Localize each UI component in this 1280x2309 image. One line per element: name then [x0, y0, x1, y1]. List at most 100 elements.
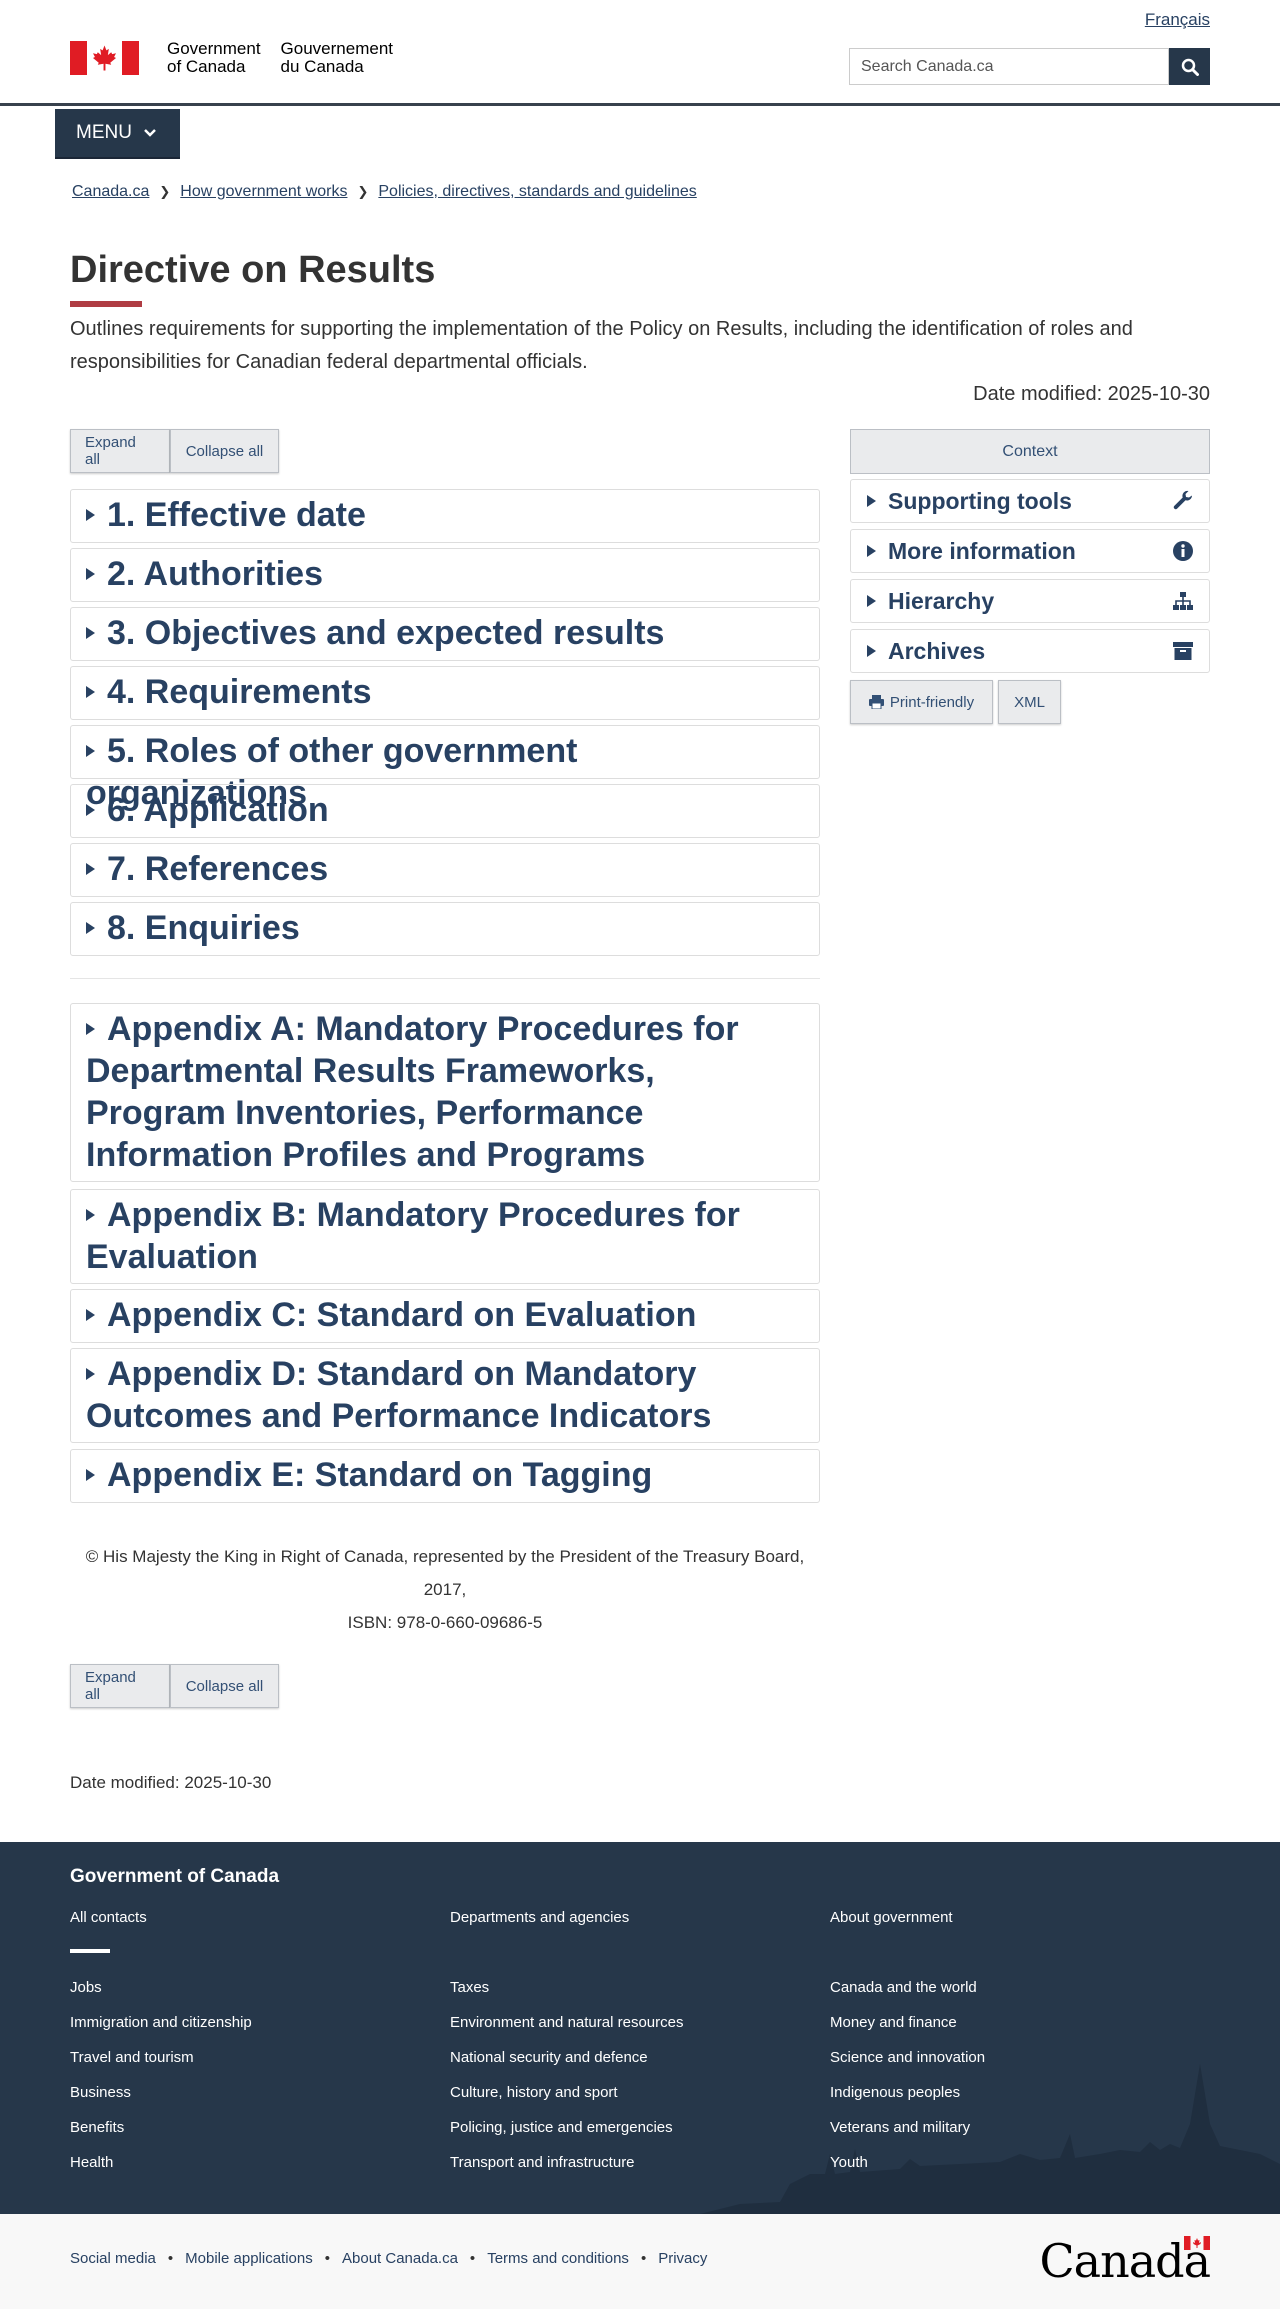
footer-link[interactable]: Travel and tourism	[70, 2049, 194, 2066]
government-signature[interactable]: Government of Canada Gouvernement du Can…	[70, 40, 393, 76]
footer-bottom: Social media • Mobile applications • Abo…	[0, 2214, 1280, 2309]
parliament-skyline-icon	[700, 2064, 1280, 2214]
menu-label: MENU	[76, 122, 132, 143]
search-button[interactable]	[1169, 48, 1210, 85]
caret-right-icon	[86, 745, 95, 758]
site-header: Français Government of Canada Gouverneme…	[0, 0, 1280, 106]
sidebar-item-hierarchy[interactable]: Hierarchy	[850, 579, 1210, 623]
footer-link-mobile-applications[interactable]: Mobile applications	[185, 2250, 313, 2267]
export-buttons: Print-friendly XML	[850, 680, 1061, 724]
appendix-a[interactable]: Appendix A: Mandatory Procedures for Dep…	[70, 1003, 820, 1182]
print-friendly-button[interactable]: Print-friendly	[850, 680, 993, 724]
canada-flag-icon	[70, 41, 139, 75]
isbn-text: ISBN: 978-0-660-09686-5	[347, 1613, 543, 1632]
search-icon	[1181, 58, 1199, 76]
caret-right-icon	[867, 495, 876, 507]
appendix-d[interactable]: Appendix D: Standard on Mandatory Outcom…	[70, 1348, 820, 1443]
expand-all-button-bottom[interactable]: Expand all	[70, 1664, 170, 1708]
footer-link-social-media[interactable]: Social media	[70, 2250, 156, 2267]
sidebar-item-supporting-tools[interactable]: Supporting tools	[850, 479, 1210, 523]
footer-link[interactable]: Transport and infrastructure	[450, 2154, 635, 2171]
section-roles[interactable]: 5. Roles of other government organizatio…	[70, 725, 820, 812]
footer-link-terms[interactable]: Terms and conditions	[487, 2250, 629, 2267]
sidebar-item-archives[interactable]: Archives	[850, 629, 1210, 673]
footer-link[interactable]: Science and innovation	[830, 2049, 985, 2066]
sitemap-icon	[1171, 589, 1195, 613]
caret-right-icon	[867, 645, 876, 657]
section-requirements[interactable]: 4. Requirements	[70, 666, 820, 720]
info-icon	[1171, 539, 1195, 563]
section-divider	[70, 978, 820, 979]
section-references[interactable]: 7. References	[70, 843, 820, 897]
footer-link[interactable]: Jobs	[70, 1979, 102, 1996]
breadcrumb-link-canada[interactable]: Canada.ca	[72, 183, 149, 201]
wrench-icon	[1171, 489, 1195, 513]
caret-right-icon	[86, 1023, 95, 1036]
footer-link-all-contacts[interactable]: All contacts	[70, 1909, 147, 1926]
collapse-all-button[interactable]: Collapse all	[170, 429, 279, 473]
caret-right-icon	[86, 1368, 95, 1381]
section-authorities[interactable]: 2. Authorities	[70, 548, 820, 602]
footer-link[interactable]: Benefits	[70, 2119, 124, 2136]
copyright-text: © His Majesty the King in Right of Canad…	[85, 1547, 805, 1599]
footer-link[interactable]: Youth	[830, 2154, 868, 2171]
footer-title: Government of Canada	[70, 1866, 280, 1887]
collapse-all-button-bottom[interactable]: Collapse all	[170, 1664, 279, 1708]
footer-link[interactable]: Culture, history and sport	[450, 2084, 618, 2101]
footer-link[interactable]: Immigration and citizenship	[70, 2014, 252, 2031]
breadcrumb: Canada.ca ❯ How government works ❯ Polic…	[72, 183, 697, 201]
title-underline	[70, 301, 142, 307]
caret-right-icon	[86, 1469, 95, 1482]
caret-right-icon	[86, 627, 95, 640]
sidebar-item-more-information[interactable]: More information	[850, 529, 1210, 573]
footer-link[interactable]: National security and defence	[450, 2049, 648, 2066]
footer-link[interactable]: Money and finance	[830, 2014, 957, 2031]
caret-right-icon	[86, 1209, 95, 1222]
footer-link-departments[interactable]: Departments and agencies	[450, 1909, 629, 1926]
page-title: Directive on Results	[70, 249, 436, 291]
chevron-right-icon: ❯	[357, 184, 369, 199]
search-input[interactable]	[849, 48, 1169, 85]
footer-link[interactable]: Environment and natural resources	[450, 2014, 683, 2031]
caret-right-icon	[867, 545, 876, 557]
footer-link[interactable]: Taxes	[450, 1979, 489, 1996]
footer-link[interactable]: Business	[70, 2084, 131, 2101]
breadcrumb-link-policies[interactable]: Policies, directives, standards and guid…	[378, 183, 696, 201]
footer-link[interactable]: Indigenous peoples	[830, 2084, 960, 2101]
caret-right-icon	[86, 863, 95, 876]
footer-link-privacy[interactable]: Privacy	[658, 2250, 707, 2267]
wordmark-flag-icon	[1184, 2236, 1210, 2250]
date-modified-top: Date modified: 2025-10-30	[973, 383, 1210, 405]
main-menu-button[interactable]: MENU	[55, 109, 180, 159]
footer-link[interactable]: Policing, justice and emergencies	[450, 2119, 673, 2136]
site-search	[849, 48, 1210, 85]
breadcrumb-link-how-government-works[interactable]: How government works	[180, 183, 347, 201]
expand-collapse-group-bottom: Expand all Collapse all	[70, 1664, 279, 1708]
copyright-notice: © His Majesty the King in Right of Canad…	[70, 1540, 820, 1639]
footer-link-about-canada[interactable]: About Canada.ca	[342, 2250, 458, 2267]
section-effective-date[interactable]: 1. Effective date	[70, 489, 820, 543]
section-application[interactable]: 6. Application	[70, 784, 820, 838]
language-toggle-link[interactable]: Français	[1145, 10, 1210, 30]
appendix-e[interactable]: Appendix E: Standard on Tagging	[70, 1449, 820, 1503]
expand-all-button[interactable]: Expand all	[70, 429, 170, 473]
caret-right-icon	[86, 686, 95, 699]
footer-link[interactable]: Health	[70, 2154, 113, 2171]
footer-link[interactable]: Canada and the world	[830, 1979, 977, 1996]
footer-bottom-links: Social media • Mobile applications • Abo…	[70, 2250, 708, 2267]
page-lead: Outlines requirements for supporting the…	[70, 318, 1133, 373]
footer-rule	[70, 1949, 110, 1953]
context-button[interactable]: Context	[850, 429, 1210, 474]
appendix-c[interactable]: Appendix C: Standard on Evaluation	[70, 1289, 820, 1343]
footer-link[interactable]: Veterans and military	[830, 2119, 970, 2136]
government-name-fr: Gouvernement du Canada	[280, 39, 393, 76]
section-objectives[interactable]: 3. Objectives and expected results	[70, 607, 820, 661]
section-enquiries[interactable]: 8. Enquiries	[70, 902, 820, 956]
chevron-down-icon	[144, 129, 156, 137]
caret-right-icon	[86, 922, 95, 935]
appendix-b[interactable]: Appendix B: Mandatory Procedures for Eva…	[70, 1189, 820, 1284]
caret-right-icon	[86, 804, 95, 817]
caret-right-icon	[867, 595, 876, 607]
footer-link-about-government[interactable]: About government	[830, 1909, 953, 1926]
xml-button[interactable]: XML	[998, 680, 1061, 724]
